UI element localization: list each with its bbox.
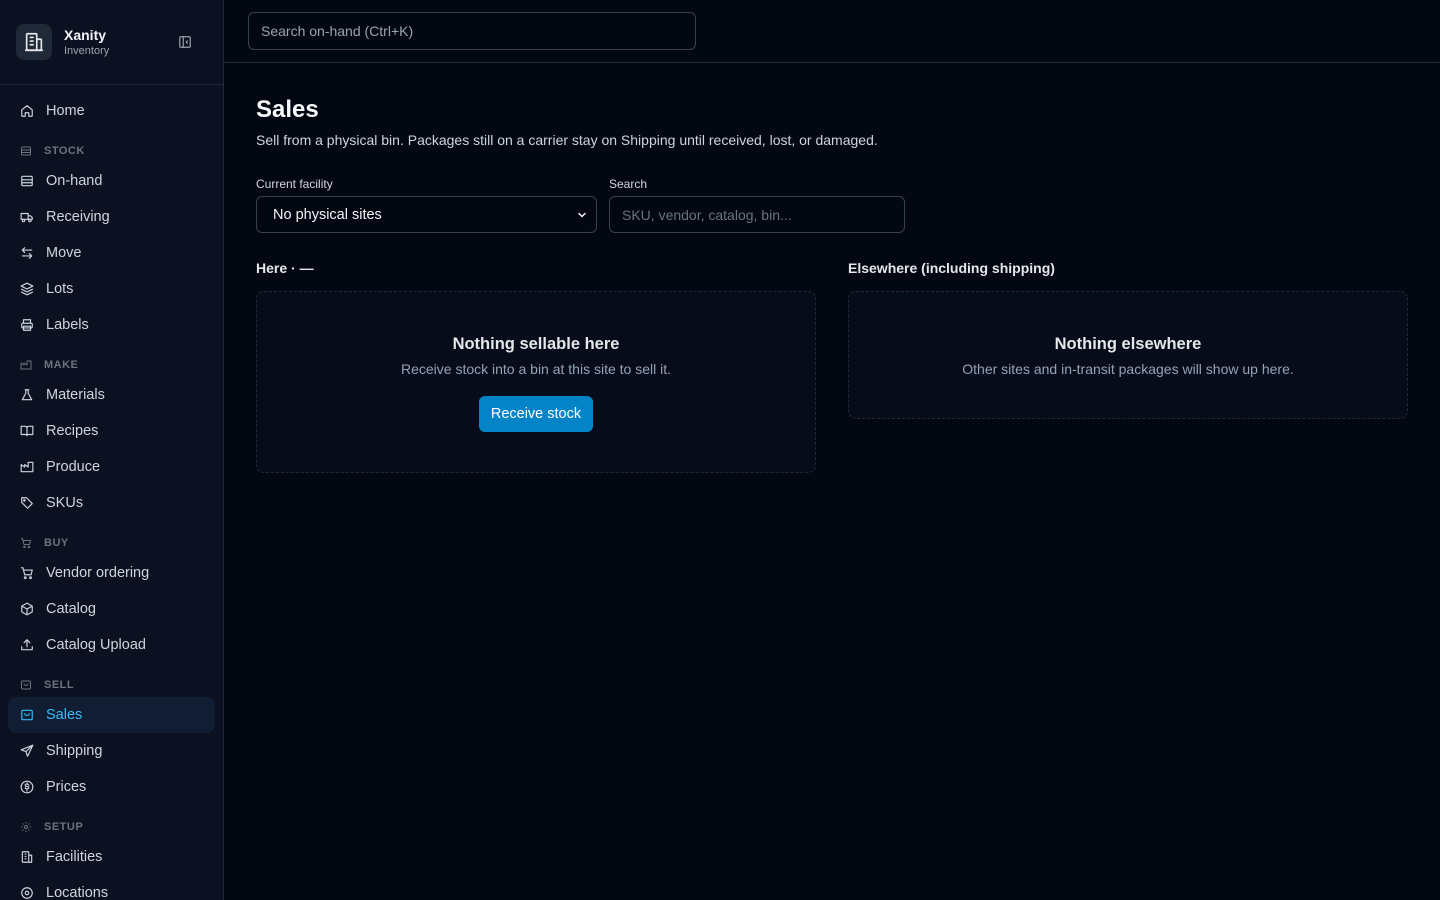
search-input[interactable]: [609, 196, 905, 233]
map-pin-icon: [20, 886, 34, 900]
archive-icon: [20, 145, 32, 157]
topbar: [224, 0, 1440, 63]
cart-icon: [20, 537, 32, 549]
filters: Current facility No physical sites Searc…: [256, 177, 1408, 233]
tags-icon: [20, 496, 34, 510]
sidebar-item-catalog[interactable]: Catalog: [8, 591, 215, 627]
facility-select-value: No physical sites: [273, 206, 382, 223]
receive-stock-button[interactable]: Receive stock: [478, 396, 594, 432]
stack-icon: [20, 174, 34, 188]
facility-label: Current facility: [256, 177, 333, 191]
arrows-swap-icon: [20, 246, 34, 260]
elsewhere-empty-title: Nothing elsewhere: [1054, 335, 1202, 353]
sidebar-item-prices[interactable]: Prices: [8, 769, 215, 805]
building-icon: [20, 850, 34, 864]
here-empty-title: Nothing sellable here: [452, 335, 620, 353]
sidebar-section-make: MAKE: [8, 343, 215, 377]
upload-icon: [20, 638, 34, 652]
sidebar-item-label: Lots: [46, 281, 74, 297]
sidebar-item-label: Produce: [46, 459, 101, 475]
sidebar-item-home[interactable]: Home: [8, 93, 215, 129]
sidebar-item-label: Materials: [46, 387, 105, 403]
sidebar-item-vendor-ordering[interactable]: Vendor ordering: [8, 555, 215, 591]
brand-name: Xanity: [64, 27, 107, 43]
sidebar-item-produce[interactable]: Produce: [8, 449, 215, 485]
book-open-icon: [20, 424, 34, 438]
here-empty-description: Receive stock into a bin at this site to…: [400, 361, 671, 377]
truck-icon: [20, 210, 34, 224]
sidebar-section-setup: SETUP: [8, 805, 215, 839]
here-panel: Here · — Nothing sellable here Receive s…: [256, 259, 816, 473]
stock-columns: Here · — Nothing sellable here Receive s…: [256, 259, 1408, 473]
sidebar-item-label: Receiving: [46, 209, 110, 225]
page-description: Sell from a physical bin. Packages still…: [256, 132, 878, 148]
sidebar-section-buy: BUY: [8, 521, 215, 555]
search-label: Search: [609, 177, 648, 191]
brand: Xanity Inventory: [0, 0, 223, 85]
sidebar-item-locations[interactable]: Locations: [8, 875, 215, 900]
factory-icon: [20, 359, 32, 371]
sidebar-item-label: Vendor ordering: [46, 565, 150, 581]
gear-icon: [20, 821, 32, 833]
elsewhere-empty-description: Other sites and in-transit packages will…: [962, 361, 1294, 377]
sidebar-item-label: Move: [46, 245, 82, 261]
sidebar: Xanity Inventory Home STOCK On-hand Rece…: [0, 0, 224, 900]
sidebar-item-label: Facilities: [46, 849, 103, 865]
sidebar-item-skus[interactable]: SKUs: [8, 485, 215, 521]
sidebar-item-label: On-hand: [46, 173, 103, 189]
facility-select[interactable]: No physical sites: [256, 196, 597, 233]
sidebar-section-sell: SELL: [8, 663, 215, 697]
sidebar-item-label: Shipping: [46, 743, 103, 759]
sidebar-item-label: Home: [46, 103, 85, 119]
sidebar-section-stock: STOCK: [8, 129, 215, 163]
here-empty-state: Nothing sellable here Receive stock into…: [256, 291, 816, 473]
shopping-bag-icon: [20, 708, 34, 722]
sidebar-item-lots[interactable]: Lots: [8, 271, 215, 307]
sidebar-nav: Home STOCK On-hand Receiving Move Lots L…: [0, 85, 223, 900]
elsewhere-title: Elsewhere (including shipping): [848, 260, 1055, 276]
factory-icon: [20, 460, 34, 474]
sidebar-item-label: SKUs: [46, 495, 84, 511]
sidebar-item-catalog-upload[interactable]: Catalog Upload: [8, 627, 215, 663]
sidebar-item-on-hand[interactable]: On-hand: [8, 163, 215, 199]
sidebar-item-label: Recipes: [46, 423, 99, 439]
elsewhere-panel: Elsewhere (including shipping) Nothing e…: [848, 259, 1408, 473]
cart-icon: [20, 566, 34, 580]
sidebar-collapse-icon[interactable]: [177, 34, 193, 50]
sidebar-item-recipes[interactable]: Recipes: [8, 413, 215, 449]
sidebar-item-receiving[interactable]: Receiving: [8, 199, 215, 235]
sidebar-item-label: Locations: [46, 885, 109, 900]
building-icon: [16, 24, 52, 60]
sidebar-item-label: Sales: [46, 707, 83, 723]
here-title: Here · —: [256, 260, 314, 276]
brand-subtitle: Inventory: [64, 45, 110, 57]
sidebar-item-label: Catalog: [46, 601, 96, 617]
sidebar-item-move[interactable]: Move: [8, 235, 215, 271]
sidebar-item-label: Prices: [46, 779, 87, 795]
sidebar-item-shipping[interactable]: Shipping: [8, 733, 215, 769]
sidebar-item-labels[interactable]: Labels: [8, 307, 215, 343]
search-field: Search: [609, 177, 905, 233]
sidebar-item-label: Labels: [46, 317, 89, 333]
elsewhere-empty-state: Nothing elsewhere Other sites and in-tra…: [848, 291, 1408, 419]
chevron-down-icon: [576, 209, 588, 221]
printer-icon: [20, 318, 34, 332]
global-search-input[interactable]: [248, 12, 696, 50]
facility-field: Current facility No physical sites: [256, 177, 597, 233]
layers-icon: [20, 282, 34, 296]
page-title: Sales: [256, 96, 319, 123]
home-icon: [20, 104, 34, 118]
shopping-bag-icon: [20, 679, 32, 691]
flask-icon: [20, 388, 34, 402]
sidebar-item-materials[interactable]: Materials: [8, 377, 215, 413]
package-icon: [20, 602, 34, 616]
sidebar-item-label: Catalog Upload: [46, 637, 146, 653]
send-icon: [20, 744, 34, 758]
sidebar-item-sales[interactable]: Sales: [8, 697, 215, 733]
main-content: Sales Sell from a physical bin. Packages…: [256, 95, 1408, 473]
sidebar-item-facilities[interactable]: Facilities: [8, 839, 215, 875]
dollar-circle-icon: [20, 780, 34, 794]
